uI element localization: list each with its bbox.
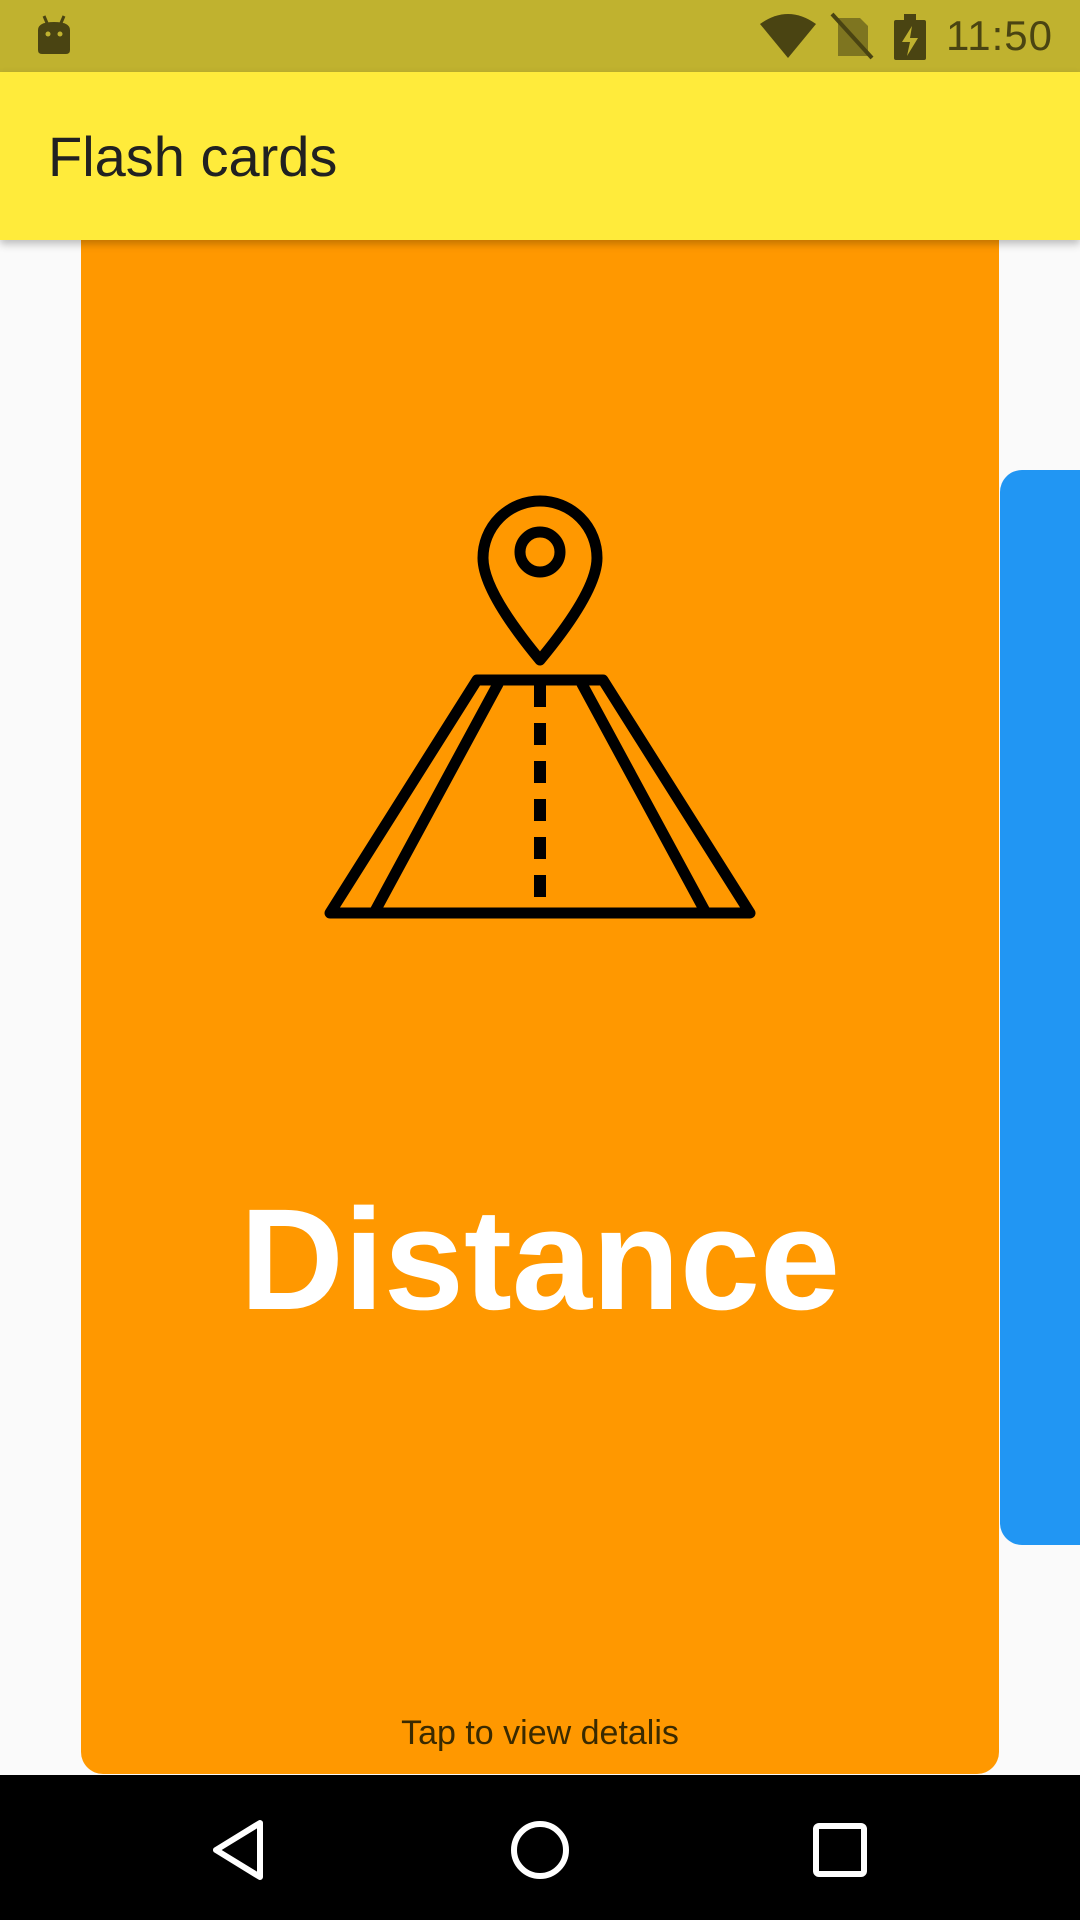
- recent-apps-icon[interactable]: [805, 1815, 875, 1885]
- page-title: Flash cards: [48, 125, 338, 188]
- status-time: 11:50: [946, 12, 1053, 59]
- tap-hint: Tap to view detalis: [401, 1714, 679, 1752]
- status-bar: 11:50: [0, 0, 1080, 72]
- card-word: Distance: [239, 1179, 841, 1340]
- no-sim-icon: [830, 12, 874, 60]
- home-icon[interactable]: [505, 1815, 575, 1885]
- back-icon[interactable]: [206, 1815, 276, 1885]
- road-with-location-pin-icon: [324, 495, 756, 919]
- android-icon: [38, 15, 70, 54]
- app-bar: Flash cards: [0, 72, 1080, 240]
- flash-card[interactable]: Distance Tap to view detalis: [81, 240, 999, 1774]
- next-card-peek[interactable]: [1000, 470, 1080, 1545]
- wifi-icon: [760, 14, 816, 58]
- battery-charging-icon: [894, 14, 926, 60]
- navigation-bar: [0, 1775, 1080, 1920]
